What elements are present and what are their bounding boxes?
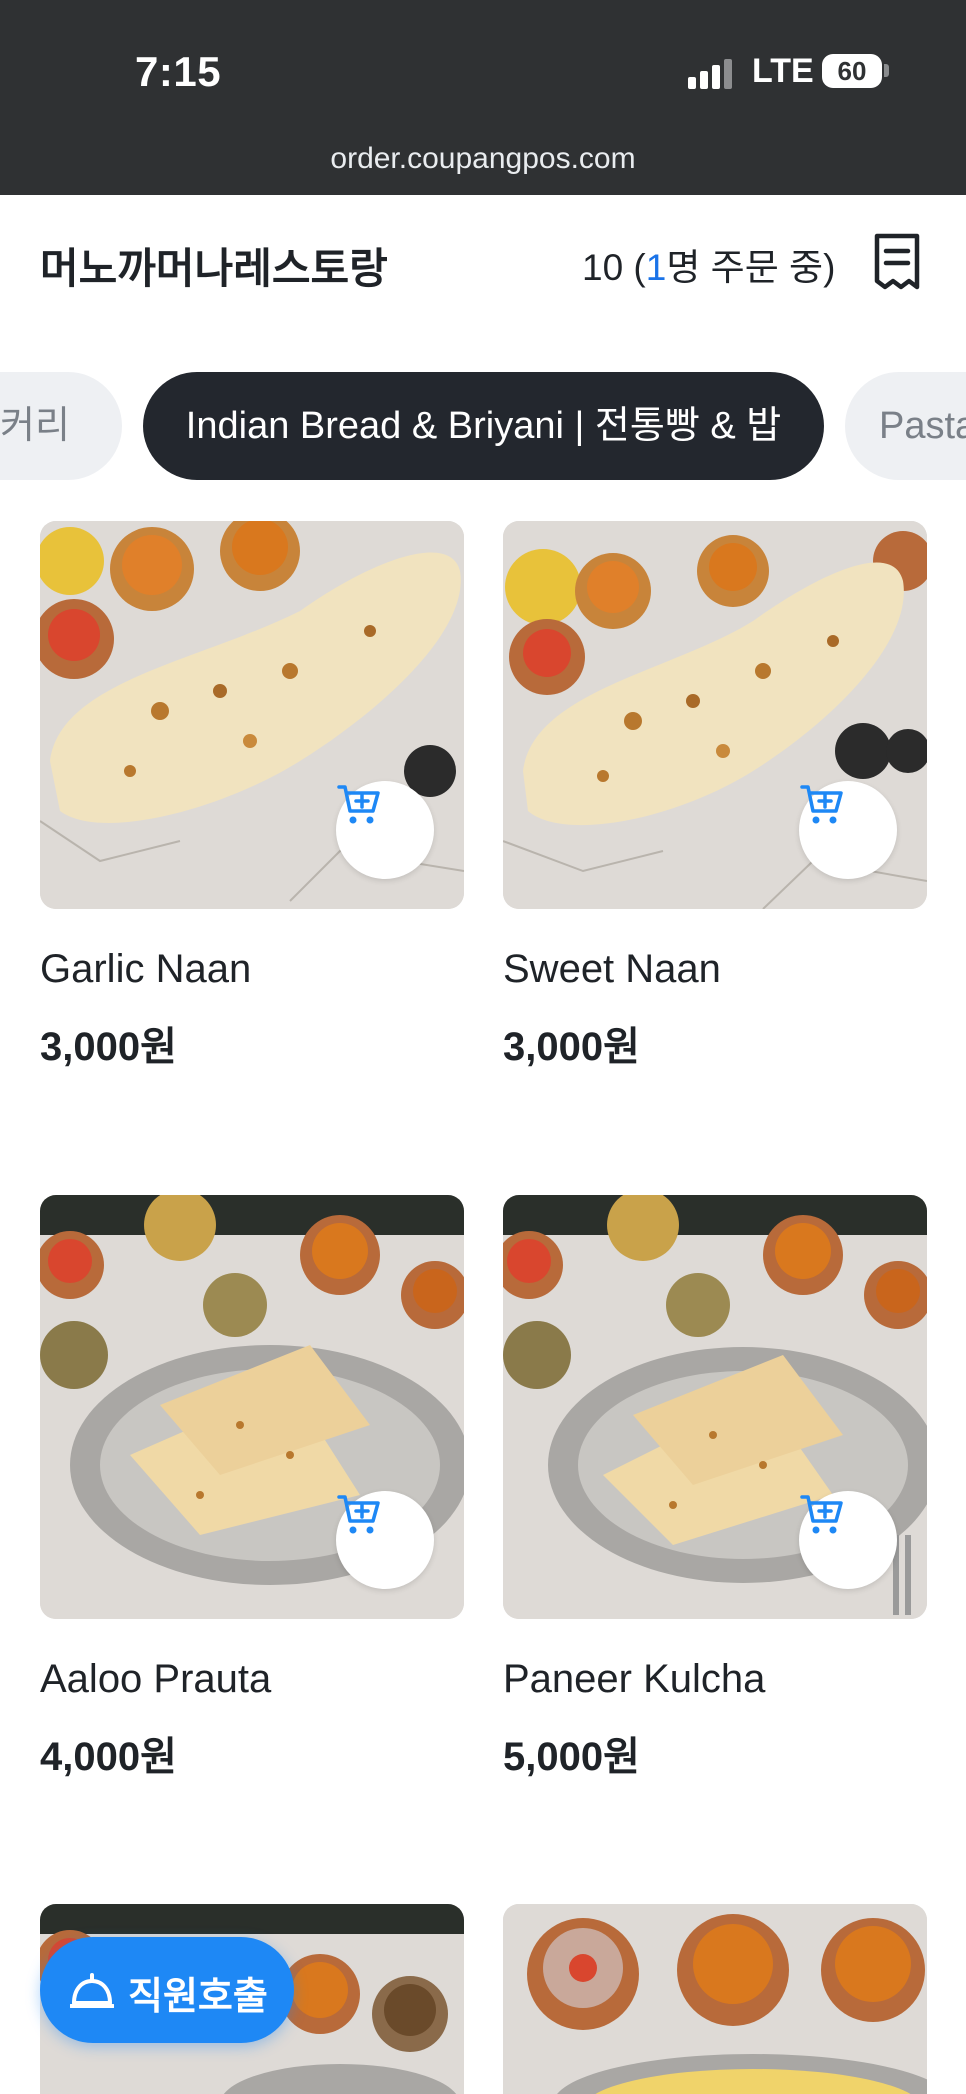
- tab-pasta[interactable]: Pasta: [845, 372, 966, 480]
- add-to-cart-button[interactable]: [336, 1491, 434, 1589]
- cart-plus-icon: [337, 1495, 380, 1534]
- signal-icon: [688, 57, 736, 89]
- status-time: 7:15: [135, 48, 222, 95]
- menu-item-price: 3,000원: [503, 1025, 640, 1069]
- add-to-cart-button[interactable]: [799, 781, 897, 879]
- address-bar-url[interactable]: order.coupangpos.com: [0, 142, 966, 176]
- add-to-cart-button[interactable]: [799, 1491, 897, 1589]
- add-to-cart-button[interactable]: [336, 781, 434, 879]
- menu-item-name: Garlic Naan: [40, 947, 252, 991]
- receipt-icon[interactable]: [872, 233, 922, 291]
- tab-curry[interactable]: 커리: [0, 372, 122, 480]
- menu-item-name: Aaloo Prauta: [40, 1657, 272, 1701]
- service-bell-icon: [70, 1973, 114, 2008]
- menu-item-name: Paneer Kulcha: [503, 1657, 766, 1701]
- menu-item-card[interactable]: Garlic Naan 3,000원: [40, 521, 464, 1072]
- call-staff-button[interactable]: 직원호출: [40, 1937, 294, 2043]
- battery-icon: 60: [822, 54, 882, 88]
- menu-item-photo[interactable]: [40, 521, 464, 909]
- menu-item-price: 3,000원: [40, 1025, 177, 1069]
- cart-plus-icon: [337, 785, 380, 824]
- call-staff-label: 직원호출: [128, 1976, 268, 2018]
- menu-item-price: 4,000원: [40, 1735, 177, 1779]
- tab-label: Pasta: [879, 405, 966, 447]
- category-tabs: 커리 Indian Bread & Briyani | 전통빵 & 밥 Past…: [0, 372, 966, 482]
- menu-item-photo[interactable]: [503, 1904, 927, 2094]
- menu-item-card[interactable]: Sweet Naan 3,000원: [503, 521, 927, 1072]
- tab-label: 커리: [0, 405, 70, 447]
- store-header: 머노까머나레스토랑 10 (1명 주문 중): [0, 195, 966, 330]
- order-status-open: (: [623, 247, 646, 288]
- menu-item-photo[interactable]: [40, 1195, 464, 1619]
- order-status-text: 명 주문 중): [666, 247, 836, 288]
- network-type: LTE: [752, 52, 814, 90]
- menu-item-price: 5,000원: [503, 1735, 640, 1779]
- order-status: 10 (1명 주문 중): [582, 237, 835, 291]
- menu-item-card[interactable]: Aaloo Prauta 4,000원: [40, 1195, 464, 1782]
- cart-plus-icon: [800, 785, 843, 824]
- battery-tip: [884, 64, 889, 77]
- menu-item-card[interactable]: [503, 1904, 927, 2094]
- menu-item-photo[interactable]: [503, 1195, 927, 1619]
- table-number: 10: [582, 247, 624, 288]
- menu-item-name: Sweet Naan: [503, 947, 721, 991]
- cart-plus-icon: [800, 1495, 843, 1534]
- tab-indian-bread-briyani[interactable]: Indian Bread & Briyani | 전통빵 & 밥: [143, 372, 824, 480]
- menu-item-photo[interactable]: [503, 521, 927, 909]
- store-name: 머노까머나레스토랑: [40, 245, 388, 292]
- menu-item-card[interactable]: Paneer Kulcha 5,000원: [503, 1195, 927, 1782]
- order-count: 1: [645, 247, 667, 288]
- status-bar: 7:15 LTE 60 order.coupangpos.com: [0, 0, 966, 195]
- tab-label: Indian Bread & Briyani | 전통빵 & 밥: [185, 405, 782, 447]
